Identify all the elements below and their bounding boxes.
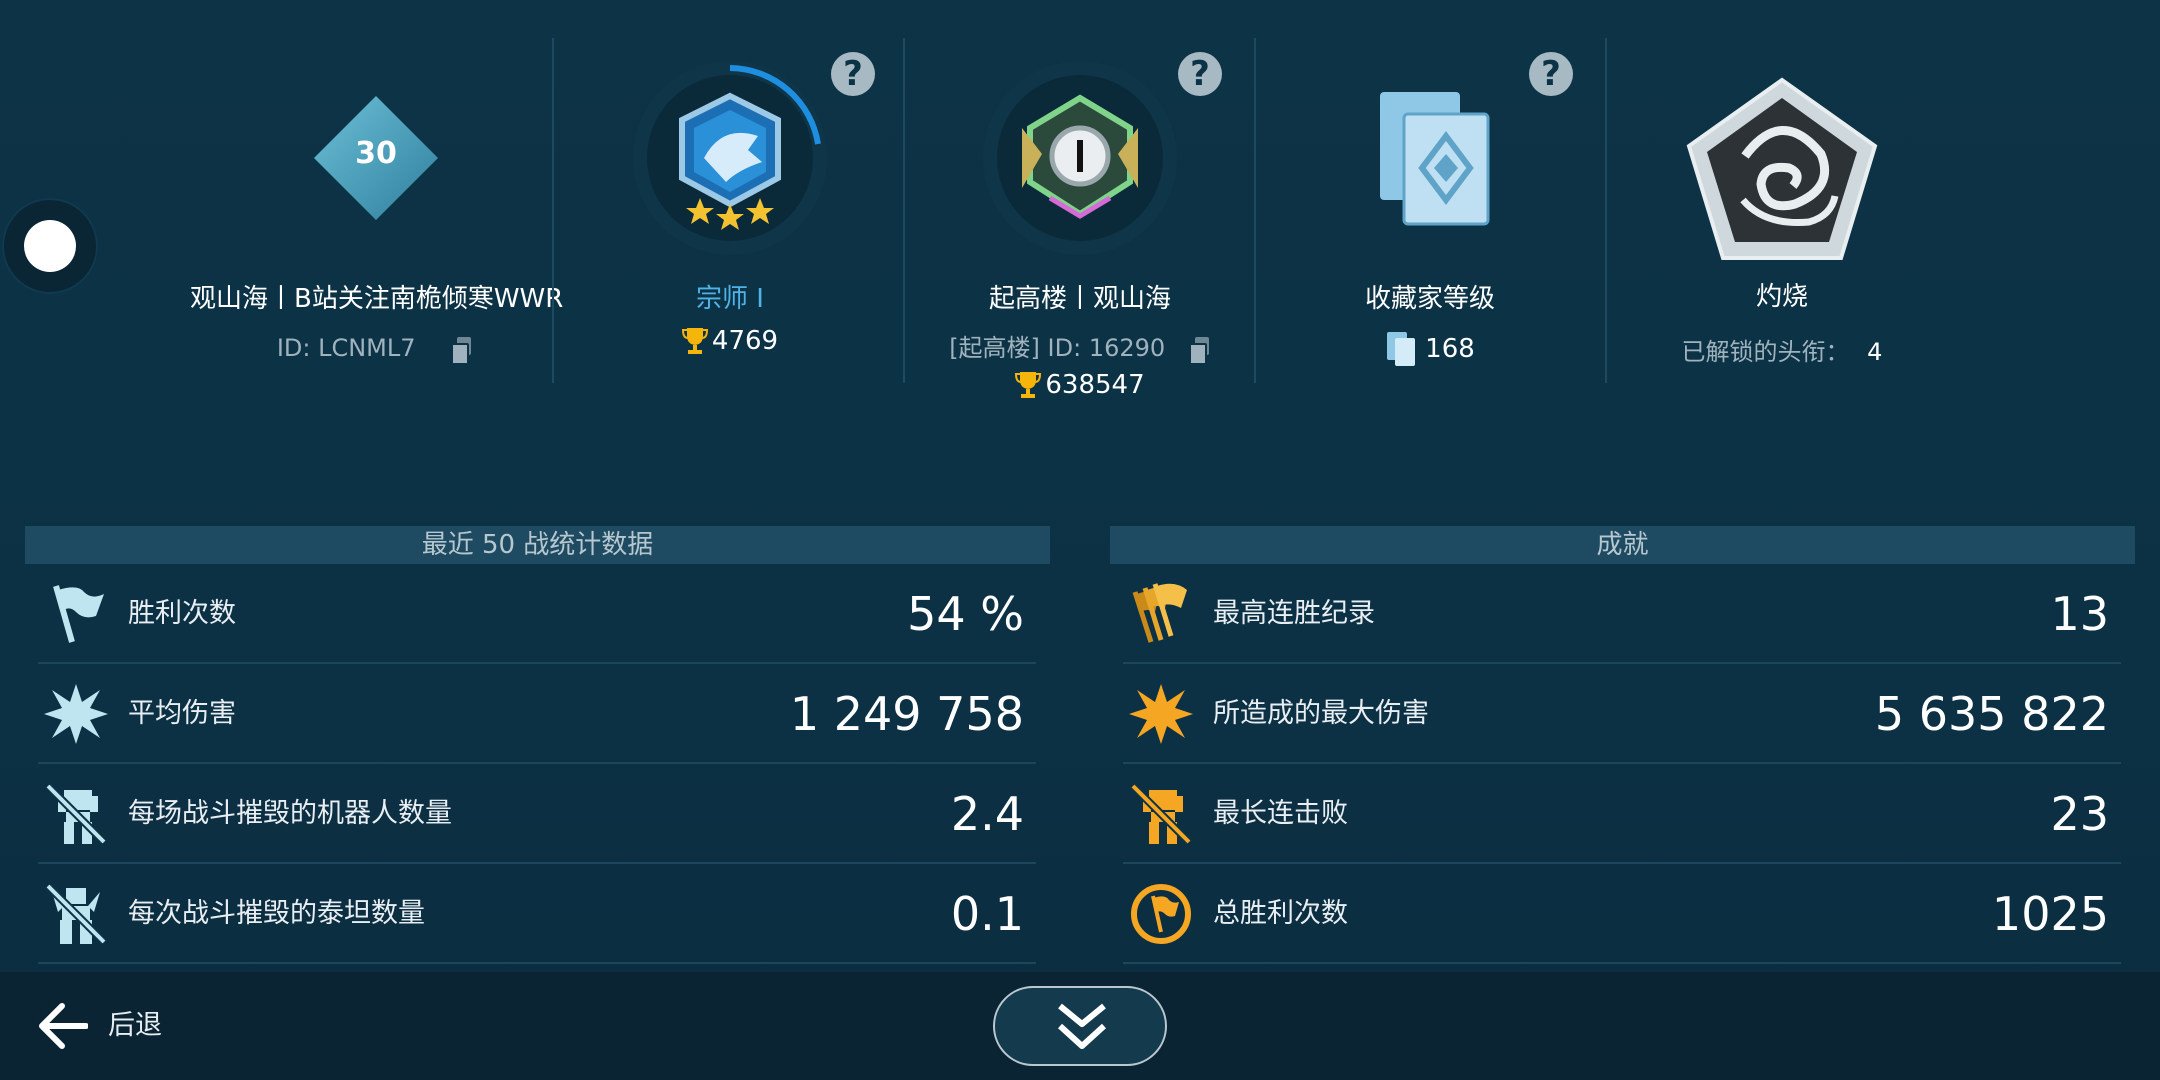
rank-name: 宗师 I [696, 284, 764, 314]
achievement-value: 5 635 822 [1874, 687, 2109, 741]
player-name: 观山海丨B站关注南桅倾寒WWR [190, 284, 564, 314]
stats-value: 0.1 [950, 887, 1024, 941]
title-name: 灼烧 [1755, 282, 1808, 312]
collector-card[interactable]: ? 收藏家等级 168 [1260, 38, 1600, 383]
title-emblem-icon [1686, 77, 1878, 260]
clan-trophies-row: 638547 [910, 370, 1250, 400]
achievement-row-total-wins: 总胜利次数 1025 [1123, 864, 2121, 964]
achievement-label: 最高连胜纪录 [1213, 598, 1375, 629]
achievements-panel-header: 成就 [1110, 526, 2135, 564]
collector-cards-icon [1380, 92, 1490, 226]
back-button[interactable]: 后退 [0, 972, 200, 1080]
copy-id-icon[interactable] [451, 337, 473, 365]
profile-card: 30 观山海丨B站关注南桅倾寒WWR ID: LCNML7 [190, 38, 564, 383]
clan-name: 起高楼丨观山海 [988, 284, 1171, 314]
total-wins-flag-icon [1131, 884, 1191, 944]
achievement-label: 最长连击败 [1213, 798, 1348, 829]
win-streak-flags-icon [1132, 583, 1187, 643]
header-divider [1605, 38, 1607, 383]
stats-value: 1 249 758 [789, 687, 1024, 741]
clan-id-row: [起高楼] ID: 16290 [910, 328, 1250, 365]
player-id: ID: LCNML7 [276, 334, 416, 362]
clan-id: [起高楼] ID: 16290 [949, 334, 1166, 362]
trophy-icon [1015, 372, 1042, 398]
kill-streak-robot-icon [1130, 783, 1192, 845]
header-divider [903, 38, 905, 383]
title-unlocked-value: 4 [1867, 338, 1883, 366]
double-chevron-down-icon [1057, 1003, 1107, 1049]
rank-trophies-row: 4769 [560, 326, 900, 356]
clan-help-icon[interactable]: ? [1178, 52, 1222, 96]
achievement-label: 总胜利次数 [1213, 898, 1348, 929]
stats-value: 54 % [907, 587, 1024, 641]
achievement-row-win-streak: 最高连胜纪录 13 [1123, 564, 2121, 664]
achievement-row-max-damage: 所造成的最大伤害 5 635 822 [1123, 664, 2121, 764]
victory-flag-icon [53, 585, 104, 643]
stats-value: 2.4 [950, 787, 1024, 841]
bottom-bar: 后退 [0, 972, 2160, 1080]
destroyed-titan-icon [45, 883, 107, 945]
achievement-label: 所造成的最大伤害 [1213, 698, 1429, 729]
stats-label: 平均伤害 [128, 698, 236, 729]
stats-label: 每场战斗摧毁的机器人数量 [128, 798, 452, 829]
header-divider [552, 38, 554, 383]
copy-clan-id-icon[interactable] [1188, 337, 1211, 365]
title-unlocked-row: 已解锁的头衔： 4 [1612, 332, 1952, 367]
stats-panel-header: 最近 50 战统计数据 [25, 526, 1050, 564]
player-level: 30 [355, 136, 397, 171]
expand-down-button[interactable] [993, 986, 1167, 1066]
destroyed-robot-icon [45, 783, 107, 845]
clan-emblem-icon [983, 61, 1177, 255]
clan-trophies: 638547 [1045, 370, 1145, 400]
header-divider [1254, 38, 1256, 383]
player-id-row: ID: LCNML7 [190, 334, 560, 365]
stats-label: 胜利次数 [128, 598, 236, 629]
collector-value-row: 168 [1260, 330, 1600, 368]
title-card[interactable]: 灼烧 已解锁的头衔： 4 [1612, 38, 1952, 383]
max-damage-burst-icon [1129, 684, 1193, 744]
achievement-row-kill-streak: 最长连击败 23 [1123, 764, 2121, 864]
stats-row-robots-destroyed: 每场战斗摧毁的机器人数量 2.4 [38, 764, 1036, 864]
cards-small-icon [1387, 332, 1416, 366]
stats-label: 每次战斗摧毁的泰坦数量 [128, 898, 425, 929]
collector-name: 收藏家等级 [1364, 284, 1495, 314]
stats-row-wins: 胜利次数 54 % [38, 564, 1036, 664]
back-arrow-icon [39, 1003, 88, 1049]
damage-burst-icon [44, 684, 108, 744]
trophy-icon [681, 328, 708, 354]
achievement-value: 1025 [1991, 887, 2109, 941]
clan-card[interactable]: ? 起高楼丨观山海 [起高楼] ID: 16290 638547 [910, 38, 1250, 400]
collector-value: 168 [1425, 334, 1475, 364]
stats-row-titans-destroyed: 每次战斗摧毁的泰坦数量 0.1 [38, 864, 1036, 964]
achievement-value: 13 [2050, 587, 2109, 641]
rank-trophies: 4769 [711, 326, 779, 356]
rank-emblem-icon [633, 61, 827, 255]
rank-card[interactable]: ? 宗师 I 4769 [560, 38, 900, 383]
collector-help-icon[interactable]: ? [1529, 52, 1573, 96]
side-toggle[interactable] [2, 198, 98, 294]
rank-help-icon[interactable]: ? [831, 52, 875, 96]
back-label: 后退 [108, 1010, 162, 1041]
title-unlocked-label: 已解锁的头衔： [1681, 338, 1850, 366]
side-toggle-knob [24, 220, 76, 272]
stats-row-avg-damage: 平均伤害 1 249 758 [38, 664, 1036, 764]
achievement-value: 23 [2050, 787, 2109, 841]
